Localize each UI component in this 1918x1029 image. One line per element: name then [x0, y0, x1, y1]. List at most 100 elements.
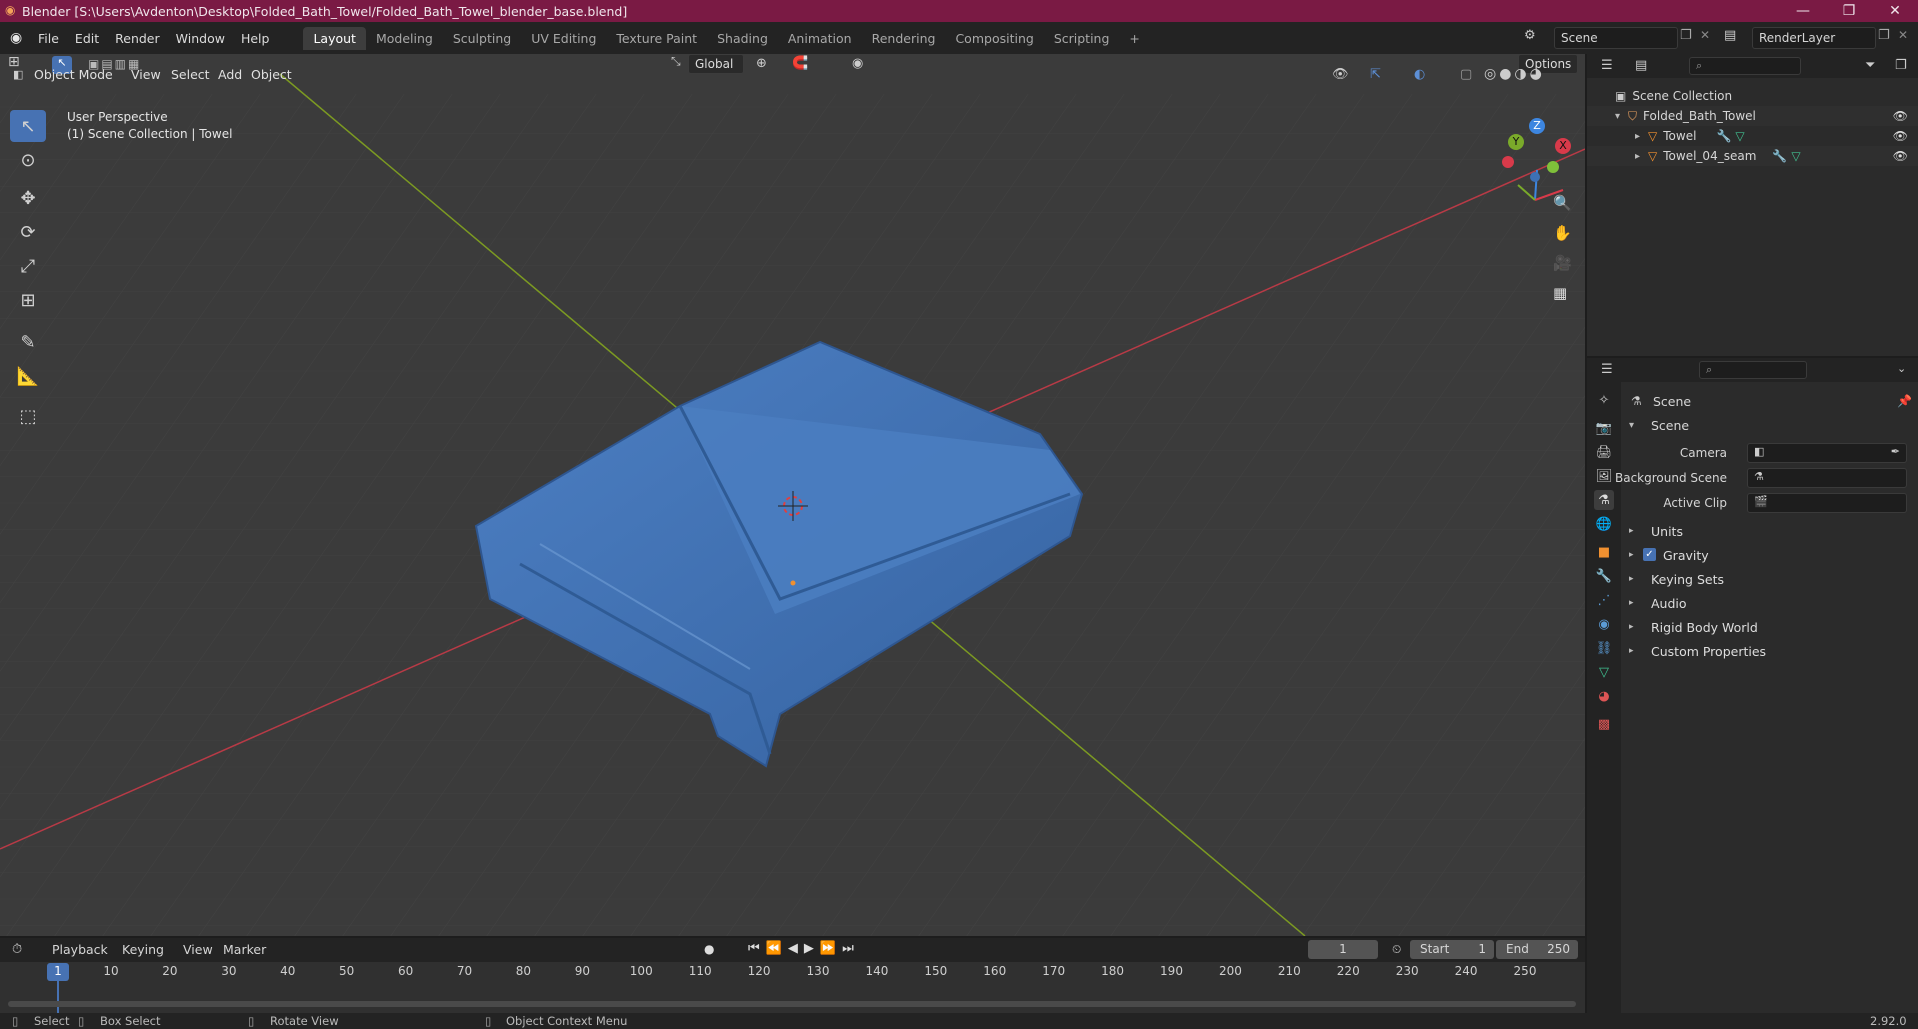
output-tab-icon[interactable]: 🖨	[1594, 442, 1614, 462]
chevron-down-icon[interactable]: ⌄	[1897, 362, 1906, 375]
renderlayer-selector[interactable]: RenderLayer	[1752, 27, 1876, 49]
select-box-tool-icon[interactable]: ↖	[10, 110, 46, 142]
gizmo-toggle-icon[interactable]: ⇱	[1370, 67, 1381, 82]
world-tab-icon[interactable]: 🌐	[1594, 514, 1614, 534]
transform-orientation-dropdown[interactable]: Global	[688, 54, 744, 74]
minimize-button[interactable]: —	[1780, 0, 1826, 22]
eye-icon[interactable]: 👁	[1893, 129, 1908, 143]
tab-uv-editing[interactable]: UV Editing	[521, 27, 606, 50]
tab-texture-paint[interactable]: Texture Paint	[606, 27, 707, 50]
scene-tab-icon[interactable]: ⚗	[1594, 490, 1614, 510]
new-collection-icon[interactable]: ❐	[1895, 58, 1907, 73]
overlay-toggle-icon[interactable]: ◐	[1414, 67, 1425, 82]
close-button[interactable]: ✕	[1872, 0, 1918, 22]
3d-viewport[interactable]: Z Y X ⊞ ↖ ▣▤▥▦ ⤡ Global ⊕ 🧲 ◉ Options ◧ …	[0, 54, 1585, 936]
scale-tool-icon[interactable]: ⤢	[10, 250, 46, 282]
mode-dropdown[interactable]: Object Mode	[34, 67, 113, 82]
perspective-toggle-icon[interactable]: ▦	[1553, 284, 1567, 302]
expand-arrow-icon[interactable]: ▸	[1635, 131, 1640, 142]
physics-tab-icon[interactable]: ◉	[1594, 614, 1614, 634]
outliner-row-scene-collection[interactable]: ▣ Scene Collection	[1587, 86, 1918, 106]
display-mode-icon[interactable]: ▤	[1635, 58, 1647, 73]
end-frame-field[interactable]: End 250	[1496, 940, 1578, 959]
section-expand-icon[interactable]: ▸	[1629, 622, 1634, 632]
tab-compositing[interactable]: Compositing	[945, 27, 1043, 50]
tab-layout[interactable]: Layout	[303, 26, 366, 50]
gizmo-x-axis[interactable]: X	[1555, 138, 1571, 154]
snap-icon[interactable]: 🧲	[792, 56, 808, 71]
start-frame-field[interactable]: Start 1	[1410, 940, 1494, 959]
rigid-body-world-panel[interactable]: Rigid Body World	[1651, 620, 1758, 635]
tab-modeling[interactable]: Modeling	[366, 27, 443, 50]
record-icon[interactable]: ●	[704, 942, 714, 956]
transform-tool-icon[interactable]: ⊞	[10, 284, 46, 316]
section-expand-icon[interactable]: ▸	[1629, 526, 1634, 536]
new-scene-icon[interactable]: ❐	[1680, 28, 1692, 43]
tool-tab-icon[interactable]: ✧	[1594, 390, 1614, 410]
object-tab-icon[interactable]: ■	[1594, 542, 1614, 562]
menu-marker[interactable]: Marker	[223, 942, 266, 957]
expand-arrow-icon[interactable]: ▸	[1635, 151, 1640, 162]
scene-section-title[interactable]: Scene	[1651, 418, 1689, 433]
tab-scripting[interactable]: Scripting	[1044, 27, 1120, 50]
render-tab-icon[interactable]: 📷	[1594, 418, 1614, 438]
pan-hand-icon[interactable]: ✋	[1553, 224, 1572, 242]
menu-render[interactable]: Render	[107, 31, 168, 46]
clock-icon[interactable]: ⏱	[12, 942, 22, 957]
proportional-editing-icon[interactable]: ◉	[852, 56, 863, 71]
timeline-scrollbar[interactable]	[8, 1001, 1576, 1007]
modifier-tab-icon[interactable]: 🔧	[1594, 566, 1614, 586]
measure-tool-icon[interactable]: 📐	[10, 360, 46, 392]
outliner-row-object[interactable]: ▸ ▽ Towel 🔧 ▽ 👁	[1587, 126, 1918, 146]
menu-window[interactable]: Window	[168, 31, 233, 46]
menu-keying[interactable]: Keying	[122, 942, 164, 957]
delete-renderlayer-icon[interactable]: ✕	[1898, 28, 1908, 42]
tab-rendering[interactable]: Rendering	[862, 27, 946, 50]
data-tab-icon[interactable]: ▽	[1594, 662, 1614, 682]
menu-edit[interactable]: Edit	[67, 31, 107, 46]
xray-icon[interactable]: ▢	[1460, 67, 1472, 82]
camera-field[interactable]: ◧ ✒	[1747, 443, 1907, 463]
new-renderlayer-icon[interactable]: ❐	[1878, 28, 1890, 43]
zoom-icon[interactable]: 🔍	[1553, 194, 1572, 212]
menu-object[interactable]: Object	[251, 67, 292, 82]
keying-sets-panel[interactable]: Keying Sets	[1651, 572, 1724, 587]
gizmo-y-axis[interactable]: Y	[1508, 134, 1524, 150]
menu-help[interactable]: Help	[233, 31, 278, 46]
menu-playback[interactable]: Playback	[52, 942, 108, 957]
shading-mode-icons[interactable]: ◎●◑◕	[1484, 66, 1545, 82]
delete-scene-icon[interactable]: ✕	[1700, 28, 1710, 42]
section-expand-icon[interactable]: ▸	[1629, 550, 1634, 560]
rotate-tool-icon[interactable]: ⟳	[10, 216, 46, 248]
expand-arrow-icon[interactable]: ▾	[1615, 111, 1620, 122]
section-expand-icon[interactable]: ▾	[1629, 420, 1634, 431]
units-panel[interactable]: Units	[1651, 524, 1683, 539]
scene-selector[interactable]: Scene	[1554, 27, 1678, 49]
particles-tab-icon[interactable]: ⋰	[1594, 590, 1614, 610]
custom-properties-panel[interactable]: Custom Properties	[1651, 644, 1766, 659]
menu-view[interactable]: View	[131, 67, 161, 82]
active-clip-field[interactable]: 🎬	[1747, 493, 1907, 513]
section-expand-icon[interactable]: ▸	[1629, 646, 1634, 656]
outliner-editor-icon[interactable]: ☰	[1601, 58, 1613, 73]
menu-file[interactable]: File	[30, 31, 67, 46]
tab-sculpting[interactable]: Sculpting	[443, 27, 521, 50]
outliner-search-input[interactable]: ⌕	[1689, 57, 1801, 75]
pivot-point-icon[interactable]: ⊕	[756, 56, 767, 71]
cursor-tool-icon[interactable]: ⊙	[10, 144, 46, 176]
gizmo-z-axis[interactable]: Z	[1529, 118, 1545, 134]
eyedropper-icon[interactable]: ✒	[1891, 445, 1900, 458]
constraints-tab-icon[interactable]: ⛓	[1594, 638, 1614, 658]
menu-add[interactable]: Add	[218, 67, 242, 82]
filter-icon[interactable]: ⏷	[1865, 58, 1875, 73]
material-tab-icon[interactable]: ◕	[1594, 686, 1614, 706]
annotate-tool-icon[interactable]: ✎	[10, 326, 46, 358]
menu-select[interactable]: Select	[171, 67, 210, 82]
texture-tab-icon[interactable]: ▩	[1594, 714, 1614, 734]
blender-menu-icon[interactable]: ◉	[10, 30, 30, 46]
outliner-row-object[interactable]: ▸ ▽ Towel_04_seam 🔧 ▽ 👁	[1587, 146, 1918, 166]
properties-editor-icon[interactable]: ☰	[1601, 362, 1613, 377]
eye-icon[interactable]: 👁	[1893, 109, 1908, 123]
move-tool-icon[interactable]: ✥	[10, 182, 46, 214]
current-frame-field[interactable]: 1	[1308, 940, 1378, 959]
